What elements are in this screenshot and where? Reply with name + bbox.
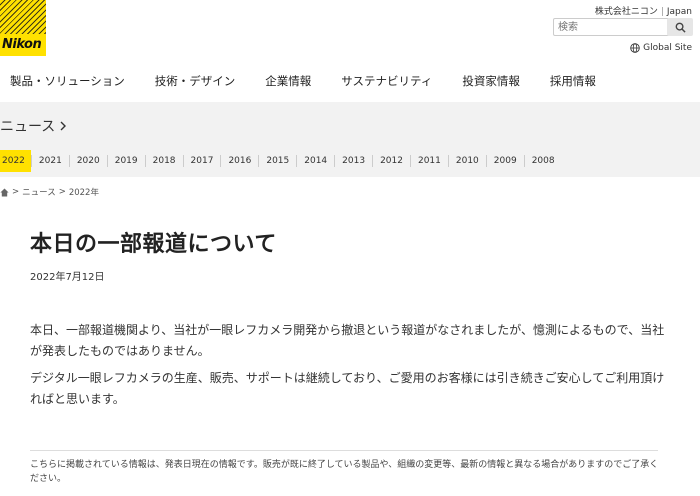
article-paragraph: デジタル一眼レフカメラの生産、販売、サポートは継続しており、ご愛用のお客様には引… xyxy=(30,371,665,406)
year-filter: 2022 2021 2020 2019 2018 2017 2016 2015 … xyxy=(0,150,562,172)
breadcrumb-year: 2022年 xyxy=(68,188,99,198)
section-title-link[interactable]: ニュース xyxy=(0,116,68,136)
nikon-logo[interactable]: Nikon xyxy=(0,0,46,56)
section-header: ニュース 2022 2021 2020 2019 2018 2017 2016 … xyxy=(0,102,700,177)
home-icon[interactable] xyxy=(0,187,9,197)
global-nav: 製品・ソリューション 技術・デザイン 企業情報 サステナビリティ 投資家情報 採… xyxy=(0,73,700,101)
nav-sustainability[interactable]: サステナビリティ xyxy=(341,73,432,101)
search-input[interactable] xyxy=(553,18,670,36)
article-date: 2022年7月12日 xyxy=(30,272,105,283)
year-tab-2020[interactable]: 2020 xyxy=(68,155,107,167)
year-tab-2012[interactable]: 2012 xyxy=(372,155,410,167)
article-paragraph: 本日、一部報道機関より、当社が一眼レフカメラ開発から撤退という報道がなされました… xyxy=(30,323,665,358)
year-tab-2010[interactable]: 2010 xyxy=(447,155,486,167)
nav-company[interactable]: 企業情報 xyxy=(265,73,311,101)
article-title: 本日の一部報道について xyxy=(30,232,277,257)
disclaimer-note: こちらに掲載されている情報は、発表日現在の情報です。販売が既に終了している製品や… xyxy=(30,460,659,484)
nav-investors[interactable]: 投資家情報 xyxy=(462,73,520,101)
logo-rays xyxy=(0,0,46,34)
article-body: 本日、一部報道機関より、当社が一眼レフカメラ開発から撤退という報道がなされました… xyxy=(30,320,665,416)
search-button[interactable] xyxy=(667,18,693,36)
year-tab-2018[interactable]: 2018 xyxy=(144,155,183,167)
search-box xyxy=(553,18,693,36)
nav-technology[interactable]: 技術・デザイン xyxy=(155,73,236,101)
year-tab-2008[interactable]: 2008 xyxy=(523,155,562,167)
breadcrumb-separator: > xyxy=(12,187,20,197)
corp-name-link[interactable]: 株式会社ニコン xyxy=(595,7,658,17)
year-tab-2022[interactable]: 2022 xyxy=(0,150,31,172)
year-tab-2009[interactable]: 2009 xyxy=(485,155,524,167)
search-icon xyxy=(675,22,686,33)
year-tab-2019[interactable]: 2019 xyxy=(106,155,145,167)
year-tab-2014[interactable]: 2014 xyxy=(296,155,334,167)
year-tab-2021[interactable]: 2021 xyxy=(30,155,69,167)
globe-icon xyxy=(630,43,640,53)
global-site-link[interactable]: Global Site xyxy=(630,43,692,53)
chevron-right-icon xyxy=(60,121,67,131)
nav-careers[interactable]: 採用情報 xyxy=(550,73,596,101)
breadcrumb-news[interactable]: ニュース xyxy=(22,186,56,198)
divider xyxy=(30,450,658,451)
year-tab-2015[interactable]: 2015 xyxy=(258,155,296,167)
global-site-label: Global Site xyxy=(643,43,692,53)
logo-wordmark: Nikon xyxy=(2,37,42,52)
breadcrumb: > ニュース > 2022年 xyxy=(0,186,99,198)
corp-links: 株式会社ニコン | Japan xyxy=(595,4,692,17)
region-link[interactable]: Japan xyxy=(667,7,692,17)
section-title: ニュース xyxy=(0,119,56,135)
year-tab-2011[interactable]: 2011 xyxy=(409,155,448,167)
breadcrumb-separator: > xyxy=(58,187,66,197)
year-tab-2017[interactable]: 2017 xyxy=(182,155,221,167)
nav-products[interactable]: 製品・ソリューション xyxy=(10,73,125,101)
separator: | xyxy=(660,7,664,17)
year-tab-2016[interactable]: 2016 xyxy=(220,155,258,167)
year-tab-2013[interactable]: 2013 xyxy=(334,155,372,167)
